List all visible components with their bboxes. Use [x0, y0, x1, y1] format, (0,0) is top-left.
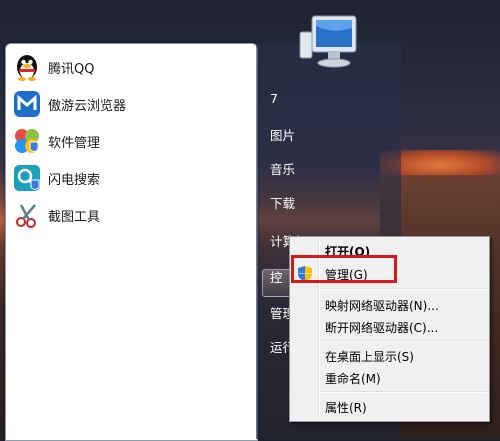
program-item-snipping-tool[interactable]: 截图工具 [12, 198, 252, 232]
menu-item-disconnect-network-drive[interactable]: 断开网络驱动器(C)... [325, 319, 438, 336]
places-item-downloads[interactable]: 下载 [270, 193, 295, 212]
program-item-software-manager[interactable]: 软件管理 [12, 124, 252, 158]
program-label: 闪电搜索 [48, 172, 101, 188]
program-item-lightning-search[interactable]: 闪电搜索 [12, 161, 252, 195]
start-menu-programs-panel: 腾讯QQ 傲游云浏览器 软件管理 闪电搜索 截图工具 [5, 43, 258, 441]
qq-penguin-icon [12, 52, 42, 82]
menu-item-properties[interactable]: 属性(R) [325, 399, 367, 416]
computer-monitor-icon [298, 12, 360, 72]
menu-separator [321, 340, 486, 342]
lightning-search-icon [12, 163, 42, 193]
snipping-tool-icon [12, 200, 42, 230]
program-item-maxthon[interactable]: 傲游云浏览器 [12, 87, 252, 121]
manage-highlight-annotation [291, 255, 397, 283]
program-label: 腾讯QQ [48, 61, 95, 77]
menu-item-show-on-desktop[interactable]: 在桌面上显示(S) [325, 348, 414, 365]
program-label: 截图工具 [48, 209, 101, 225]
places-item-control-panel[interactable]: 控 [270, 267, 283, 286]
maxthon-browser-icon [12, 89, 42, 119]
program-label: 软件管理 [48, 135, 101, 151]
program-item-qq[interactable]: 腾讯QQ [12, 50, 252, 84]
places-item-pictures[interactable]: 图片 [270, 125, 295, 144]
places-item-music[interactable]: 音乐 [270, 159, 295, 178]
program-label: 傲游云浏览器 [48, 98, 127, 114]
menu-item-map-network-drive[interactable]: 映射网络驱动器(N)... [325, 297, 439, 314]
menu-separator [321, 391, 486, 393]
software-manager-icon [12, 126, 42, 156]
places-item-user[interactable]: 7 [270, 91, 278, 106]
menu-item-rename[interactable]: 重命名(M) [325, 370, 381, 387]
menu-separator [321, 288, 486, 290]
